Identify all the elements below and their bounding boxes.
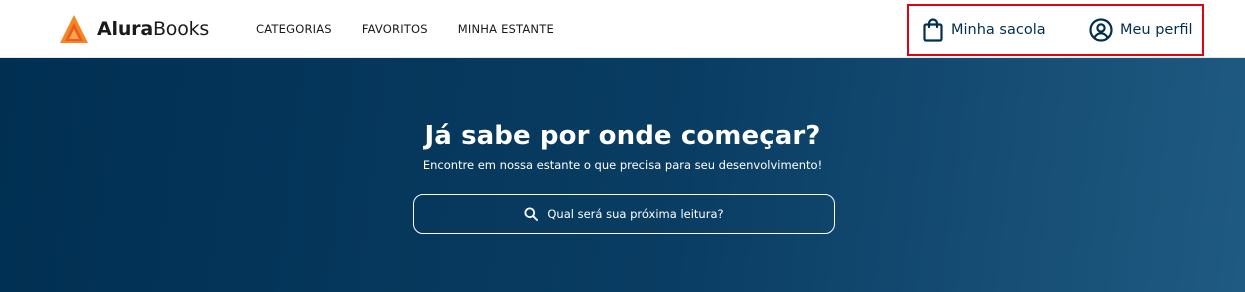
- nav-item-favoritos[interactable]: FAVORITOS: [362, 22, 428, 36]
- user-circle-icon: [1089, 18, 1113, 42]
- logo-text: AluraBooks: [97, 18, 209, 40]
- main-nav: CATEGORIAS FAVORITOS MINHA ESTANTE: [256, 0, 554, 58]
- hero-title: Já sabe por onde começar?: [424, 121, 821, 151]
- search-icon: [524, 207, 539, 221]
- search-placeholder: Qual será sua próxima leitura?: [547, 207, 724, 221]
- meu-perfil-label: Meu perfil: [1120, 22, 1193, 38]
- shopping-bag-icon: [923, 18, 943, 42]
- hero-banner: Já sabe por onde começar? Encontre em no…: [0, 58, 1245, 292]
- nav-item-minha-estante[interactable]: MINHA ESTANTE: [458, 22, 554, 36]
- nav-item-categorias[interactable]: CATEGORIAS: [256, 22, 332, 36]
- hero-subtitle: Encontre em nossa estante o que precisa …: [422, 158, 823, 172]
- logo-text-bold: Alura: [97, 18, 153, 40]
- alurabooks-logo[interactable]: AluraBooks: [59, 13, 209, 45]
- top-header: AluraBooks CATEGORIAS FAVORITOS MINHA ES…: [0, 0, 1245, 58]
- search-input[interactable]: Qual será sua próxima leitura?: [413, 194, 835, 234]
- meu-perfil-button[interactable]: Meu perfil: [1089, 6, 1192, 54]
- logo-triangle-icon: [60, 15, 88, 43]
- minha-sacola-button[interactable]: Minha sacola: [922, 6, 1046, 54]
- user-actions-highlight: Minha sacola Meu perfil: [907, 4, 1204, 56]
- logo-text-light: Books: [152, 18, 210, 40]
- minha-sacola-label: Minha sacola: [951, 22, 1046, 38]
